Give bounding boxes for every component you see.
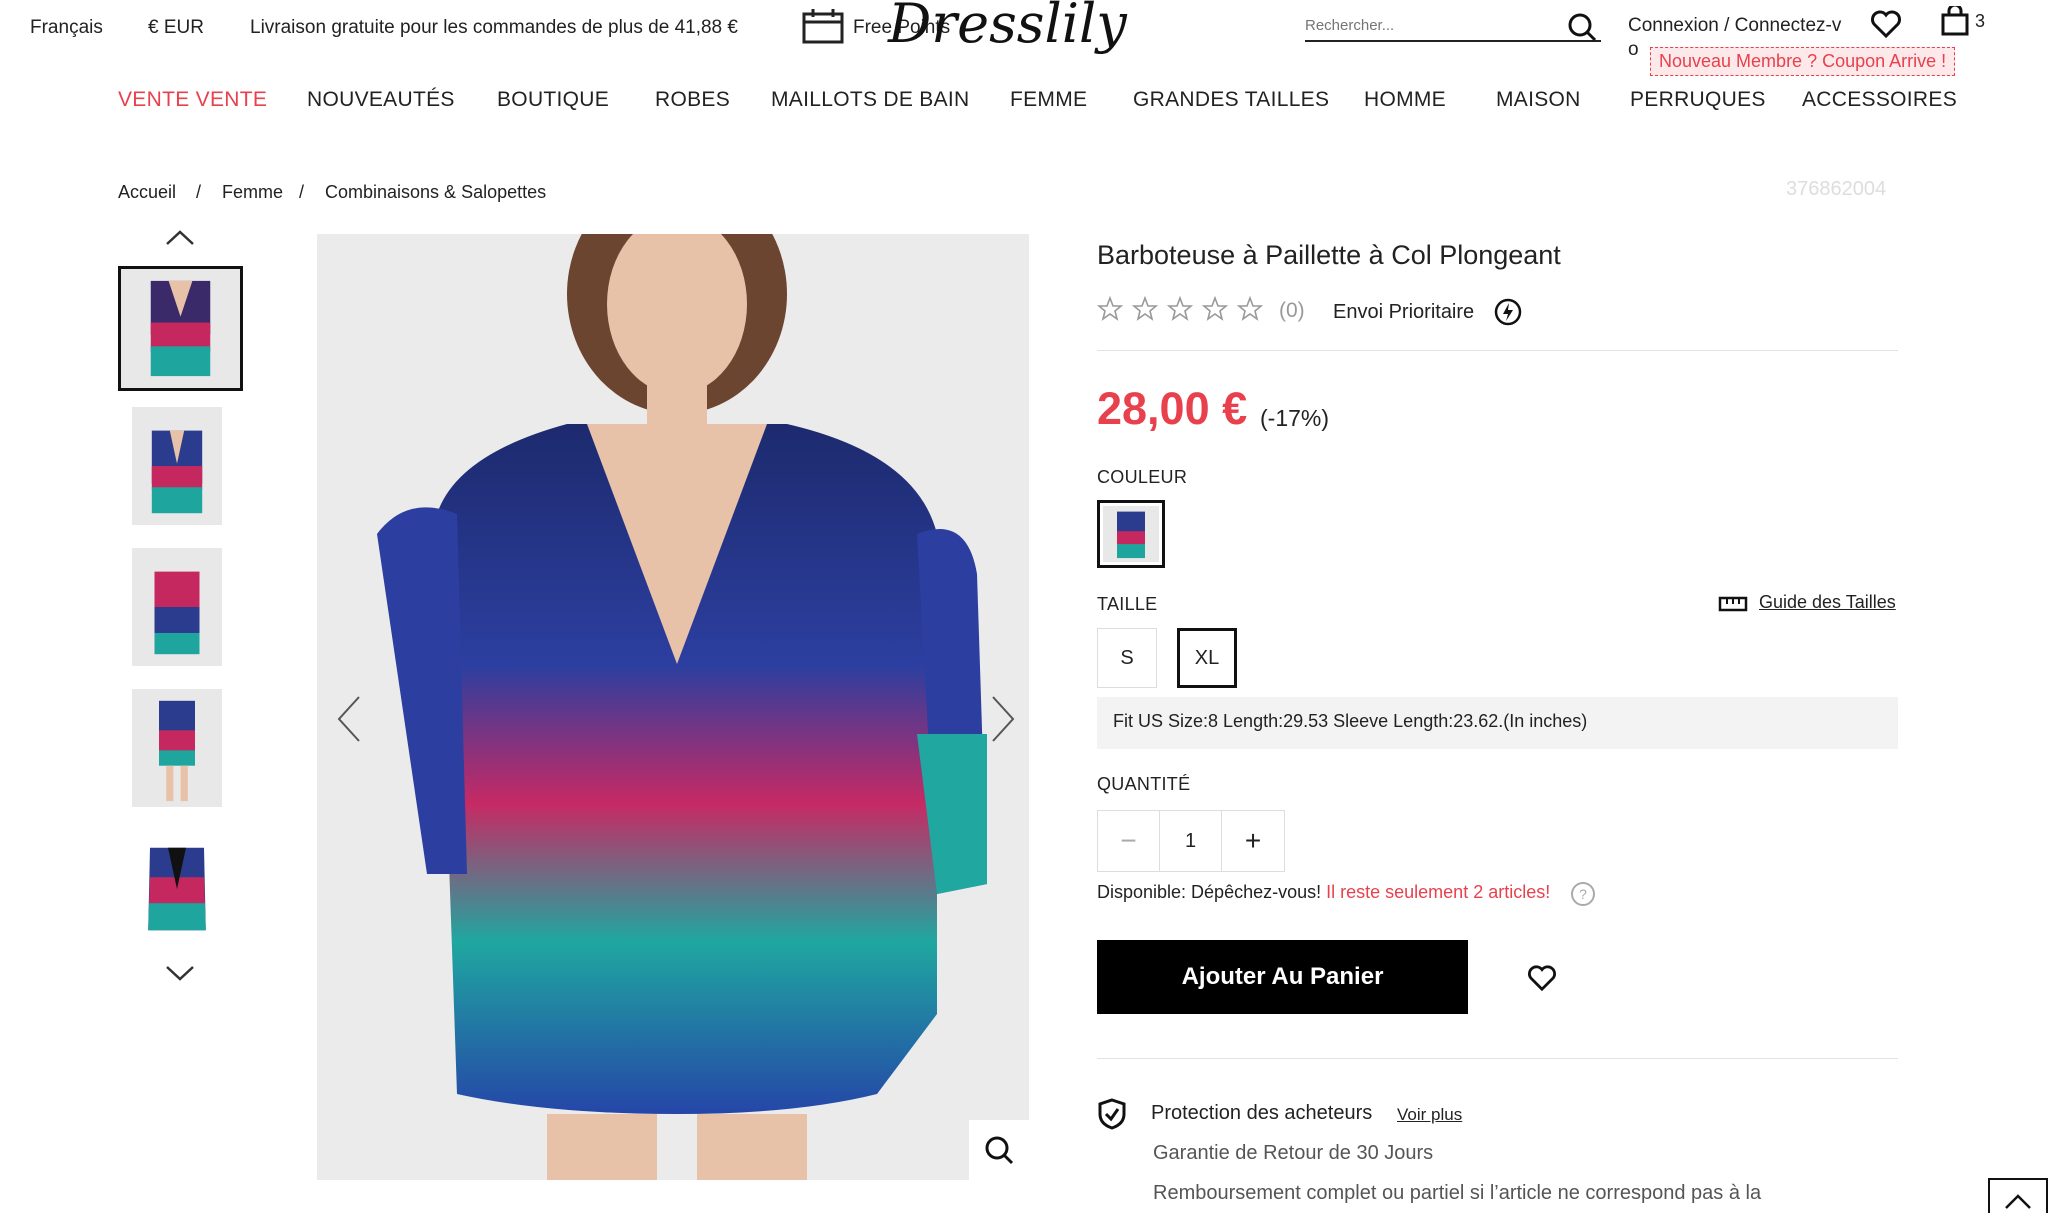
protection-link[interactable]: Voir plus bbox=[1397, 1105, 1462, 1125]
currency-selector[interactable]: € EUR bbox=[148, 17, 204, 39]
nav-item-plus-size[interactable]: GRANDES TAILLES bbox=[1133, 88, 1329, 112]
search-input[interactable] bbox=[1305, 12, 1555, 38]
nav-item-swimwear[interactable]: MAILLOTS DE BAIN bbox=[771, 88, 970, 112]
rating-stars[interactable] bbox=[1096, 295, 1269, 327]
nav-item-sale[interactable]: VENTE VENTE bbox=[118, 88, 267, 112]
breadcrumb-women[interactable]: Femme bbox=[222, 182, 283, 203]
nav-item-home[interactable]: MAISON bbox=[1496, 88, 1581, 112]
calendar-icon[interactable] bbox=[802, 8, 844, 50]
shield-check-icon bbox=[1097, 1098, 1127, 1135]
thumbnail-3[interactable] bbox=[132, 548, 222, 666]
language-selector[interactable]: Français bbox=[30, 17, 103, 39]
availability-prefix: Disponible: Dépêchez-vous! bbox=[1097, 882, 1327, 902]
quantity-stepper: − 1 + bbox=[1097, 810, 1285, 872]
quantity-label: QUANTITÉ bbox=[1097, 774, 1191, 794]
prev-image-arrow-icon[interactable] bbox=[335, 694, 365, 749]
nav-item-men[interactable]: HOMME bbox=[1364, 88, 1446, 112]
breadcrumb-separator: / bbox=[196, 182, 202, 202]
minus-icon[interactable]: − bbox=[1098, 811, 1160, 871]
help-icon[interactable]: ? bbox=[1570, 881, 1596, 912]
next-image-arrow-icon[interactable] bbox=[987, 694, 1017, 749]
breadcrumb-jumpsuits[interactable]: Combinaisons & Salopettes bbox=[325, 182, 546, 203]
nav-item-shop[interactable]: BOUTIQUE bbox=[497, 88, 609, 112]
color-swatch-selected[interactable] bbox=[1097, 500, 1165, 568]
nav-item-accessories[interactable]: ACCESSOIRES bbox=[1802, 88, 1957, 112]
back-to-top-button[interactable] bbox=[1988, 1178, 2048, 1213]
size-info-bar: Fit US Size:8 Length:29.53 Sleeve Length… bbox=[1097, 697, 1898, 749]
rating-count[interactable]: (0) bbox=[1279, 299, 1305, 323]
coupon-badge[interactable]: Nouveau Membre ? Coupon Arrive ! bbox=[1650, 47, 1956, 76]
plus-icon[interactable]: + bbox=[1222, 811, 1284, 871]
cart-icon[interactable] bbox=[1940, 3, 1970, 42]
heart-icon[interactable] bbox=[1870, 9, 1902, 45]
thumbnail-4[interactable] bbox=[132, 689, 222, 807]
thumbnail-1[interactable] bbox=[118, 266, 243, 391]
breadcrumb-home[interactable]: Accueil bbox=[118, 182, 176, 203]
quantity-value[interactable]: 1 bbox=[1160, 811, 1222, 871]
divider bbox=[1097, 1058, 1898, 1059]
product-sku: 376862004 bbox=[1786, 178, 1887, 200]
thumb-up-arrow-icon[interactable] bbox=[165, 228, 195, 251]
size-label: TAILLE bbox=[1097, 594, 1158, 614]
cart-count: 3 bbox=[1975, 11, 1986, 31]
nav-item-new[interactable]: NOUVEAUTÉS bbox=[307, 88, 455, 112]
lightning-icon bbox=[1494, 298, 1522, 331]
search-bar bbox=[1305, 12, 1601, 42]
availability-text: Disponible: Dépêchez-vous! Il reste seul… bbox=[1097, 882, 1550, 903]
size-guide-link[interactable]: Guide des Tailles bbox=[1759, 592, 1896, 613]
thumbnail-5[interactable] bbox=[132, 830, 222, 948]
add-to-cart-button[interactable]: Ajouter Au Panier bbox=[1097, 940, 1468, 1014]
product-title: Barboteuse à Paillette à Col Plongeant bbox=[1097, 240, 1561, 270]
top-bar: Français € EUR Livraison gratuite pour l… bbox=[0, 0, 2048, 76]
breadcrumb-separator: / bbox=[299, 182, 305, 202]
size-option-s[interactable]: S bbox=[1097, 628, 1157, 688]
product-price: 28,00 € bbox=[1097, 383, 1248, 434]
ruler-icon[interactable] bbox=[1718, 594, 1748, 619]
thumbnail-2[interactable] bbox=[132, 407, 222, 525]
discount-label: (-17%) bbox=[1260, 405, 1330, 431]
guarantee-returns: Garantie de Retour de 30 Jours bbox=[1153, 1142, 1434, 1164]
search-icon[interactable] bbox=[1567, 12, 1597, 48]
availability-alert: Il reste seulement 2 articles! bbox=[1326, 882, 1551, 902]
color-label: COULEUR bbox=[1097, 467, 1188, 487]
logo[interactable]: Dresslily bbox=[888, 0, 1127, 55]
guarantee-refund: Remboursement complet ou partiel si l’ar… bbox=[1153, 1182, 1762, 1204]
chevron-up-icon bbox=[2005, 1194, 2031, 1209]
divider bbox=[1097, 350, 1898, 351]
priority-shipping-label: Envoi Prioritaire bbox=[1333, 301, 1475, 323]
nav-item-dresses[interactable]: ROBES bbox=[655, 88, 730, 112]
thumb-down-arrow-icon[interactable] bbox=[165, 965, 195, 988]
protection-title: Protection des acheteurs bbox=[1151, 1102, 1373, 1124]
product-main-image[interactable] bbox=[317, 234, 1029, 1180]
zoom-icon[interactable] bbox=[969, 1120, 1029, 1180]
wishlist-heart-icon[interactable] bbox=[1527, 964, 1557, 997]
shipping-banner: Livraison gratuite pour les commandes de… bbox=[250, 17, 738, 38]
size-option-xl[interactable]: XL bbox=[1177, 628, 1237, 688]
nav-item-women[interactable]: FEMME bbox=[1010, 88, 1087, 112]
nav-item-wigs[interactable]: PERRUQUES bbox=[1630, 88, 1766, 112]
svg-text:?: ? bbox=[1579, 886, 1587, 902]
main-nav: VENTE VENTE NOUVEAUTÉS BOUTIQUE ROBES MA… bbox=[118, 88, 1957, 124]
